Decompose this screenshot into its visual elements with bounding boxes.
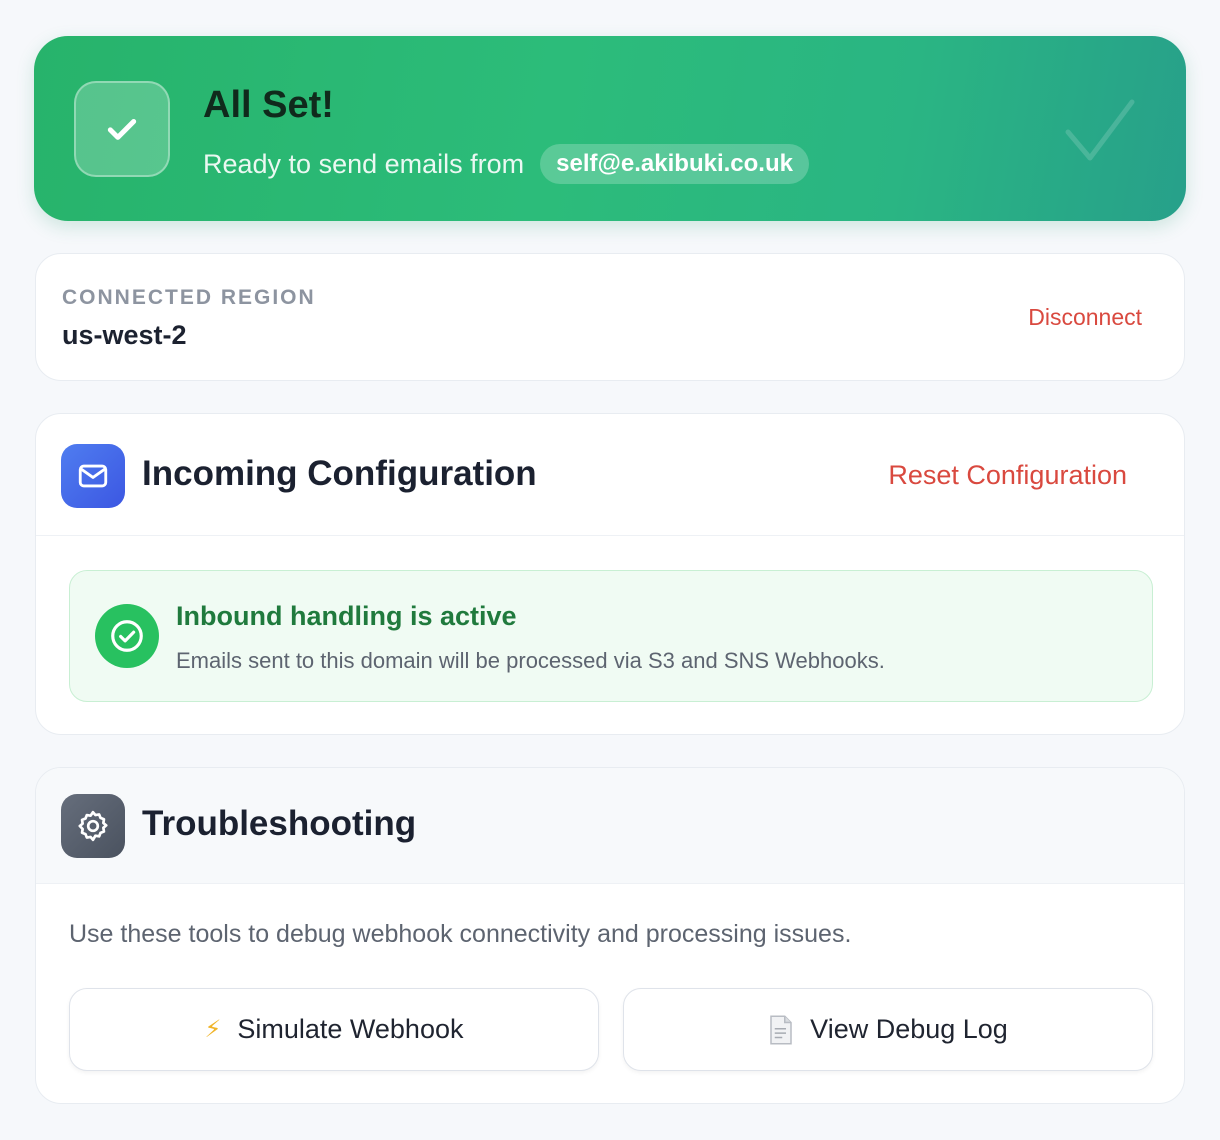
inbound-status-box: Inbound handling is active Emails sent t…: [69, 570, 1153, 702]
gear-icon: [78, 810, 108, 842]
document-icon: [770, 1015, 792, 1044]
incoming-icon-tile: [61, 444, 125, 508]
inbound-status-title: Inbound handling is active: [176, 601, 517, 631]
incoming-card-title: Incoming Configuration: [142, 454, 537, 493]
success-banner: All Set! Ready to send emails from self@…: [34, 36, 1186, 221]
watermark-check-icon: [1065, 99, 1135, 161]
troubleshooting-card-header: Troubleshooting: [36, 768, 1184, 884]
region-value: us-west-2: [62, 320, 187, 350]
page: All Set! Ready to send emails from self@…: [0, 0, 1220, 1140]
simulate-webhook-label: Simulate Webhook: [237, 1014, 464, 1044]
troubleshooting-description: Use these tools to debug webhook connect…: [69, 920, 852, 948]
mail-icon: [78, 464, 108, 488]
banner-subtitle: Ready to send emails from: [203, 148, 525, 179]
inbound-status-icon: [95, 604, 159, 668]
troubleshooting-card-title: Troubleshooting: [142, 804, 417, 843]
region-label: CONNECTED REGION: [62, 286, 316, 309]
banner-check-badge: [74, 81, 170, 177]
reset-configuration-button[interactable]: Reset Configuration: [888, 460, 1127, 491]
banner-title: All Set!: [203, 84, 334, 126]
check-icon: [107, 119, 137, 140]
troubleshooting-icon-tile: [61, 794, 125, 858]
lightning-icon: ⚡: [204, 1015, 222, 1043]
simulate-webhook-button[interactable]: ⚡ Simulate Webhook: [69, 988, 599, 1071]
banner-subtitle-row: Ready to send emails from self@e.akibuki…: [203, 144, 809, 184]
incoming-configuration-card: Incoming Configuration Reset Configurati…: [35, 413, 1185, 735]
region-card: CONNECTED REGION us-west-2 Disconnect: [35, 253, 1185, 381]
disconnect-button[interactable]: Disconnect: [1028, 304, 1142, 331]
troubleshooting-card: Troubleshooting Use these tools to debug…: [35, 767, 1185, 1104]
view-debug-log-button[interactable]: View Debug Log: [623, 988, 1153, 1071]
check-circle-icon: [111, 620, 143, 652]
inbound-status-description: Emails sent to this domain will be proce…: [176, 648, 885, 673]
view-debug-log-label: View Debug Log: [810, 1014, 1008, 1044]
incoming-card-header: Incoming Configuration Reset Configurati…: [36, 414, 1184, 536]
sender-email-pill: self@e.akibuki.co.uk: [540, 144, 809, 184]
